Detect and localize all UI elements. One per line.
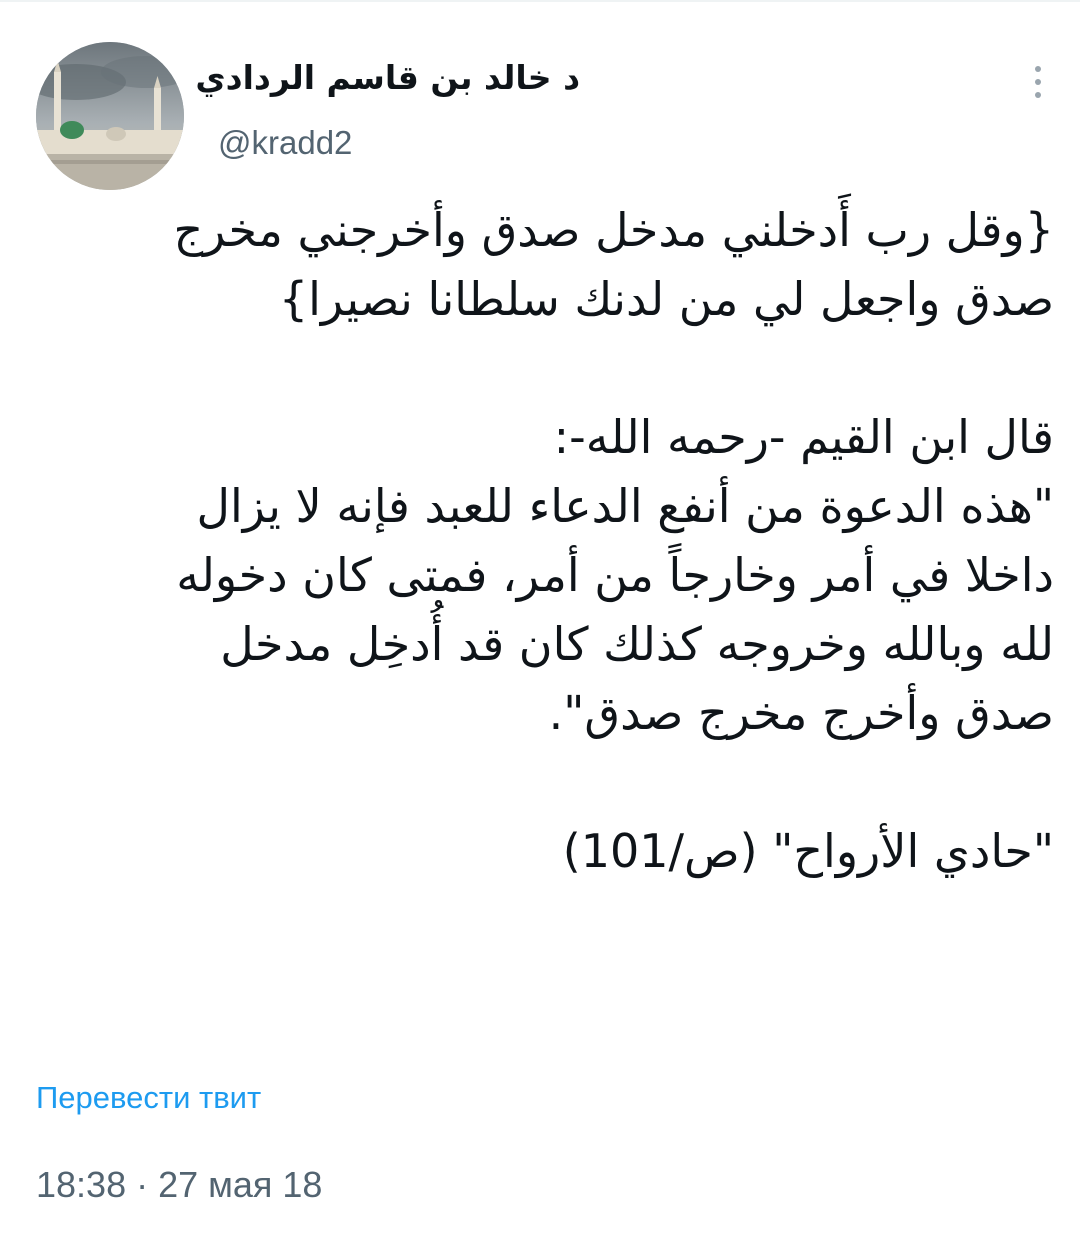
tweet-text-line: داخلا في أمر وخارجاً من أمر، فمتى كان دخ… bbox=[176, 548, 1054, 602]
author-display-name[interactable]: د خالد بن قاسم الردادي bbox=[195, 58, 580, 97]
more-vertical-icon bbox=[1035, 66, 1041, 72]
avatar[interactable] bbox=[36, 42, 184, 190]
tweet-text-line: قال ابن القيم -رحمه الله-: bbox=[553, 410, 1054, 464]
tweet-text-line: "حادي الأرواح" (ص/101) bbox=[562, 824, 1054, 878]
more-vertical-icon-dot bbox=[1035, 79, 1041, 85]
tweet-timestamp[interactable]: 18:38 · 27 мая 18 bbox=[36, 1164, 322, 1206]
more-options-button[interactable] bbox=[1018, 54, 1058, 110]
tweet-text-line: {وقل رب أَدخلني مدخل صدق وأخرجني مخرج bbox=[173, 203, 1054, 257]
top-divider bbox=[0, 0, 1080, 2]
tweet-text-line: صدق واجعل لي من لدنك سلطانا نصيرا} bbox=[278, 272, 1054, 326]
tweet-text-line: صدق وأخرج مخرج صدق". bbox=[548, 686, 1054, 740]
tweet-text-blank-line bbox=[36, 748, 1054, 817]
tweet-text-line: لله وبالله وخروجه كذلك كان قد أُدخِل مدخ… bbox=[220, 617, 1054, 671]
translate-tweet-link[interactable]: Перевести твит bbox=[36, 1080, 261, 1116]
avatar-mosque-photo bbox=[36, 42, 184, 190]
more-vertical-icon-dot bbox=[1035, 92, 1041, 98]
author-handle[interactable]: @kradd2 bbox=[218, 124, 352, 162]
tweet-text-blank-line bbox=[36, 334, 1054, 403]
tweet-text-line: "هذه الدعوة من أنفع الدعاء للعبد فإنه لا… bbox=[196, 479, 1054, 533]
tweet-text: {وقل رب أَدخلني مدخل صدق وأخرجني مخرج صد… bbox=[36, 196, 1054, 886]
